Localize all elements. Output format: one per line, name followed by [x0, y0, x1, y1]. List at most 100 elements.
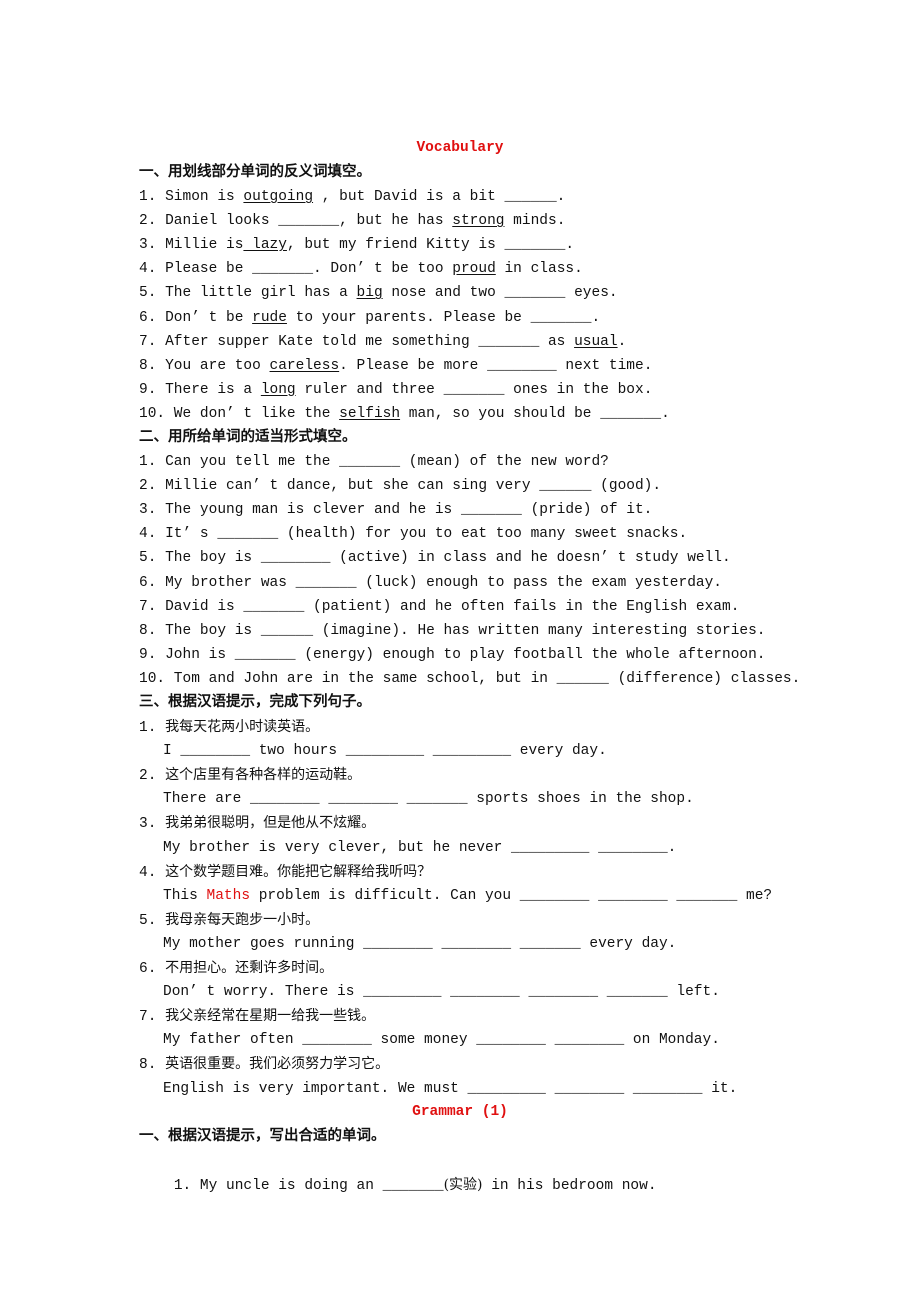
- question-text-post: in class.: [495, 261, 583, 278]
- antonym-question: 9. There is a long ruler and three _____…: [139, 378, 652, 402]
- question-text-pre: There is a: [156, 381, 261, 398]
- question-number: 4.: [139, 864, 157, 881]
- question-text-pre: Don’ t be: [156, 309, 253, 326]
- sentence-text: problem is difficult. Can you ________ _…: [250, 887, 773, 904]
- english-sentence: I ________ two hours _________ _________…: [163, 739, 607, 763]
- english-sentence: My brother is very clever, but he never …: [163, 836, 676, 860]
- question-text-pre: Millie is: [156, 237, 244, 254]
- question-text-post: , but my friend Kitty is _______.: [286, 237, 575, 254]
- question-text-pre: We don’ t like the: [165, 405, 340, 422]
- word-form-question: 6. My brother was _______ (luck) enough …: [139, 574, 722, 591]
- word-form-question: 5. The boy is ________ (active) in class…: [139, 550, 731, 567]
- question-number: 7.: [139, 333, 157, 350]
- section3-heading: 三、根据汉语提示，完成下列句子。: [139, 694, 371, 710]
- sentence-text: English is very important. We must _____…: [163, 1080, 738, 1097]
- grammar-question-pre: 1. My uncle is doing an _______: [173, 1178, 444, 1194]
- translation-prompt: 5. 我母亲每天跑步一小时。: [139, 908, 319, 932]
- antonym-question: 8. You are too careless. Please be more …: [139, 354, 652, 378]
- chinese-prompt: 我弟弟很聪明，但是他从不炫耀。: [165, 815, 376, 832]
- chinese-prompt: 这个数学题目难。你能把它解释给我听吗？: [165, 863, 432, 880]
- sentence-pre: This: [163, 887, 207, 904]
- underlined-word: long: [260, 381, 296, 398]
- question-number: 3.: [139, 816, 157, 833]
- question-number: 7.: [139, 1009, 157, 1026]
- underlined-word: careless: [269, 357, 340, 374]
- translation-prompt: 1. 我每天花两小时读英语。: [139, 715, 319, 739]
- translation-prompt: 4. 这个数学题目难。你能把它解释给我听吗？: [139, 860, 431, 884]
- sentence-text: Don’ t worry. There is _________ _______…: [163, 984, 720, 1001]
- underlined-word: big: [356, 285, 383, 302]
- antonym-question: 7. After supper Kate told me something _…: [139, 330, 626, 354]
- question-number: 8.: [139, 1057, 157, 1074]
- question-number: 10.: [139, 405, 166, 422]
- section1-heading: 一、用划线部分单词的反义词填空。: [139, 164, 371, 180]
- chinese-prompt: 英语很重要。我们必须努力学习它。: [165, 1056, 390, 1073]
- underlined-word: rude: [252, 309, 287, 326]
- word-form-question: 7. David is _______ (patient) and he oft…: [139, 598, 740, 615]
- grammar-question-post: in his bedroom now.: [482, 1178, 657, 1194]
- underlined-word: proud: [452, 261, 496, 278]
- chinese-prompt: 这个店里有各种各样的运动鞋。: [165, 767, 362, 784]
- sentence-text: My brother is very clever, but he never …: [163, 839, 677, 856]
- question-number: 2.: [139, 768, 157, 785]
- question-text-pre: You are too: [156, 357, 270, 374]
- chinese-prompt: 我每天花两小时读英语。: [165, 719, 320, 735]
- word-form-question: 9. John is _______ (energy) enough to pl…: [139, 646, 766, 663]
- question-text-post: ruler and three _______ ones in the box.: [295, 381, 653, 398]
- english-sentence: Don’ t worry. There is _________ _______…: [163, 980, 720, 1004]
- translation-prompt: 3. 我弟弟很聪明，但是他从不炫耀。: [139, 811, 375, 835]
- section2-heading: 二、用所给单词的适当形式填空。: [139, 429, 357, 445]
- chinese-prompt: 我母亲每天跑步一小时。: [165, 911, 320, 928]
- sentence-text: There are ________ ________ _______ spor…: [163, 791, 694, 808]
- question-text-pre: Daniel looks _______, but he has: [156, 213, 453, 230]
- underlined-word: outgoing: [243, 189, 314, 205]
- question-text-post: to your parents. Please be _______.: [286, 309, 601, 326]
- question-text-post: nose and two _______ eyes.: [382, 285, 618, 302]
- antonym-question: 1. Simon is outgoing , but David is a bi…: [139, 185, 565, 209]
- vocabulary-title: Vocabulary: [416, 140, 504, 156]
- underlined-word: lazy: [243, 237, 287, 254]
- question-text-post: minds.: [504, 213, 566, 230]
- question-text-post: , but David is a bit ______.: [313, 189, 566, 205]
- question-text-pre: The little girl has a: [156, 285, 357, 302]
- word-form-question: 8. The boy is ______ (imagine). He has w…: [139, 622, 766, 639]
- english-sentence: There are ________ ________ _______ spor…: [163, 787, 694, 811]
- grammar-title: Grammar (1): [412, 1104, 508, 1120]
- word-form-question: 2. Millie can’ t dance, but she can sing…: [139, 478, 662, 495]
- question-number: 4.: [139, 261, 157, 278]
- question-number: 5.: [139, 912, 157, 929]
- sentence-text: I ________ two hours _________ _________…: [163, 743, 607, 760]
- question-number: 8.: [139, 357, 157, 374]
- grammar-question-hint: (实验): [443, 1177, 483, 1193]
- question-number: 6.: [139, 961, 157, 977]
- sentence-text: My father often ________ some money ____…: [163, 1032, 720, 1049]
- translation-prompt: 6. 不用担心。还剩许多时间。: [139, 956, 333, 980]
- question-number: 2.: [139, 213, 157, 230]
- question-number: 1.: [139, 720, 157, 736]
- grammar-question: 1. My uncle is doing an _______(实验) in h…: [139, 1149, 657, 1194]
- chinese-prompt: 不用担心。还剩许多时间。: [165, 960, 334, 976]
- underlined-word: usual: [574, 333, 618, 350]
- antonym-question: 5. The little girl has a big nose and tw…: [139, 281, 618, 305]
- underlined-word: strong: [452, 213, 505, 230]
- english-sentence: English is very important. We must _____…: [163, 1077, 737, 1101]
- sentence-text: My mother goes running ________ ________…: [163, 935, 677, 952]
- question-text-pre: Simon is: [156, 189, 244, 205]
- question-text-post: .: [617, 333, 627, 350]
- underlined-word: selfish: [339, 405, 401, 422]
- word-form-question: 10. Tom and John are in the same school,…: [139, 670, 801, 687]
- question-text-post: man, so you should be _______.: [400, 405, 670, 422]
- question-text-pre: After supper Kate told me something ____…: [156, 333, 575, 350]
- question-number: 5.: [139, 285, 157, 302]
- english-sentence: My mother goes running ________ ________…: [163, 932, 676, 956]
- highlighted-word: Maths: [206, 887, 251, 904]
- question-number: 1.: [139, 189, 157, 205]
